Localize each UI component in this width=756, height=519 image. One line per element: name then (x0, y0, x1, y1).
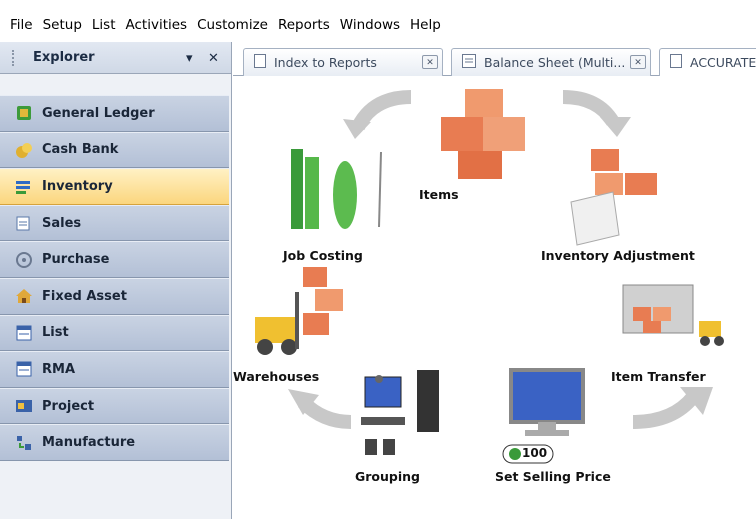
inventory-adjustment-icon (570, 149, 657, 246)
nav-label: Inventory (42, 178, 113, 194)
sidebar-item-list[interactable]: List (0, 314, 229, 352)
inventory-icon (14, 176, 34, 196)
tab-bar: Index to Reports ✕ Balance Sheet (Multi.… (233, 42, 756, 76)
cash-bank-icon (14, 140, 34, 160)
job-costing-icon (291, 149, 382, 229)
ledger-icon (14, 103, 34, 123)
nav-list: General Ledger Cash Bank Inventory Sales… (0, 95, 229, 461)
grip-handle[interactable] (12, 49, 15, 66)
sidebar-item-general-ledger[interactable]: General Ledger (0, 95, 229, 132)
arrow-head-icon (343, 119, 371, 139)
label-set-selling-price[interactable]: Set Selling Price (495, 469, 611, 484)
menu-list[interactable]: List (90, 15, 118, 35)
items-boxes-icon (441, 89, 525, 179)
report-icon (462, 54, 476, 71)
nav-label: Cash Bank (42, 142, 119, 158)
pin-dropdown-icon[interactable]: ▾ (186, 50, 193, 66)
purchase-icon (14, 250, 34, 270)
label-warehouses[interactable]: Warehouses (233, 369, 319, 384)
menu-activities[interactable]: Activities (124, 15, 190, 35)
nav-label: Sales (42, 215, 82, 231)
close-icon[interactable]: ✕ (208, 50, 219, 66)
nav-label: General Ledger (42, 105, 155, 121)
menu-file[interactable]: File (8, 15, 35, 35)
sidebar-item-purchase[interactable]: Purchase (0, 241, 229, 278)
menu-help[interactable]: Help (408, 15, 443, 35)
price-tag-value: 100 (522, 446, 548, 460)
arrow-head-icon (600, 117, 631, 137)
explorer-header: Explorer ▾ ✕ (0, 42, 231, 74)
explorer-panel: Explorer ▾ ✕ General Ledger Cash Bank In… (0, 42, 232, 519)
sidebar-item-cash-bank[interactable]: Cash Bank (0, 131, 229, 169)
sidebar-item-sales[interactable]: Sales (0, 204, 229, 242)
rma-icon (14, 359, 34, 379)
menu-customize[interactable]: Customize (195, 15, 270, 35)
nav-label: Purchase (42, 252, 110, 268)
tab-label: ACCURATE (690, 55, 756, 70)
close-icon[interactable]: ✕ (422, 55, 438, 69)
nav-label: Manufacture (42, 435, 136, 451)
item-transfer-truck-icon (622, 284, 724, 346)
menu-windows[interactable]: Windows (338, 15, 402, 35)
project-icon (14, 396, 34, 416)
nav-label: RMA (42, 361, 76, 377)
fixed-asset-icon (14, 286, 34, 306)
sidebar-item-project[interactable]: Project (0, 387, 229, 425)
tab-index-to-reports[interactable]: Index to Reports ✕ (243, 48, 443, 76)
tab-label: Index to Reports (274, 55, 377, 70)
nav-label: Project (42, 398, 95, 414)
explorer-title: Explorer (33, 50, 95, 65)
tab-label: Balance Sheet (Multi... (484, 55, 626, 70)
grouping-computer-icon (361, 370, 439, 455)
menubar: File Setup List Activities Customize Rep… (0, 12, 756, 38)
nav-label: Fixed Asset (42, 288, 127, 304)
label-inventory-adjustment[interactable]: Inventory Adjustment (541, 248, 695, 263)
document-icon (254, 54, 266, 71)
label-item-transfer[interactable]: Item Transfer (611, 369, 706, 384)
inventory-flow-diagram: Items Job Costing Inventory Adjustment W… (233, 77, 756, 519)
tab-balance-sheet[interactable]: Balance Sheet (Multi... ✕ (451, 48, 651, 76)
sidebar-item-manufacture[interactable]: Manufacture (0, 424, 229, 461)
sales-icon (14, 213, 34, 233)
manufacture-icon (14, 433, 34, 453)
label-job-costing[interactable]: Job Costing (283, 248, 363, 263)
tab-accurate[interactable]: ACCURATE (659, 48, 756, 76)
close-icon[interactable]: ✕ (630, 55, 646, 69)
document-icon (670, 54, 682, 71)
sidebar-item-rma[interactable]: RMA (0, 351, 229, 388)
nav-label: List (42, 325, 69, 341)
menu-reports[interactable]: Reports (276, 15, 332, 35)
menu-setup[interactable]: Setup (41, 15, 84, 35)
warehouse-forklift-icon (255, 267, 343, 355)
sidebar-item-fixed-asset[interactable]: Fixed Asset (0, 277, 229, 315)
label-grouping[interactable]: Grouping (355, 469, 420, 484)
label-items[interactable]: Items (419, 187, 459, 202)
list-icon (14, 323, 34, 343)
sidebar-item-inventory[interactable]: Inventory (0, 168, 229, 205)
flow-arrow-curve (632, 392, 699, 429)
diagram-graphics (255, 89, 724, 464)
